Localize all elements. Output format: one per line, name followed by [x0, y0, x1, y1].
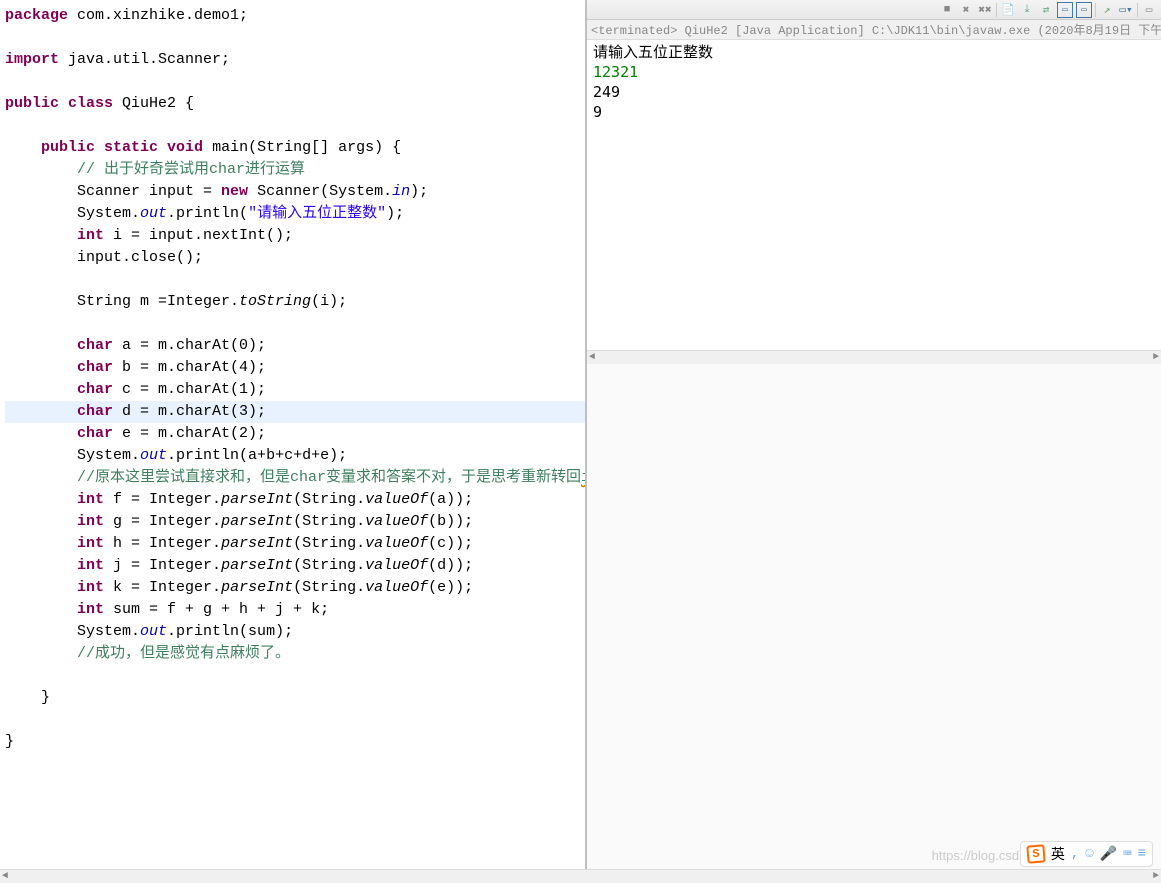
- code-line: public class QiuHe2 {: [5, 93, 585, 115]
- code-line: input.close();: [5, 247, 585, 269]
- code-line: System.out.println(sum);: [5, 621, 585, 643]
- ime-toolbar[interactable]: S 英 , ☺ 🎤 ⌨ ≡: [1020, 841, 1153, 867]
- code-line-highlighted: char d = m.charAt(3);: [5, 401, 585, 423]
- code-line: [5, 27, 585, 49]
- code-line: [5, 665, 585, 687]
- open-console-icon[interactable]: ↗: [1099, 2, 1115, 18]
- console-line: 12321: [593, 62, 1155, 82]
- sogou-logo-icon[interactable]: S: [1026, 844, 1046, 864]
- ime-lang-label[interactable]: 英: [1051, 844, 1065, 864]
- code-line: char b = m.charAt(4);: [5, 357, 585, 379]
- code-line: int sum = f + g + h + j + k;: [5, 599, 585, 621]
- display-selected-icon[interactable]: ▭▾: [1118, 2, 1134, 18]
- code-line: char c = m.charAt(1);: [5, 379, 585, 401]
- console-line: 请输入五位正整数: [593, 42, 1155, 62]
- code-line: // 出于好奇尝试用char进行运算: [5, 159, 585, 181]
- ime-menu-icon[interactable]: ≡: [1138, 846, 1146, 862]
- code-line: [5, 115, 585, 137]
- code-line: [5, 71, 585, 93]
- console-toolbar: ■ ✖ ✖✖ 📄 ⤓ ⇄ ▭ ▭ ↗ ▭▾ ▭: [587, 0, 1161, 20]
- code-line: //成功，但是感觉有点麻烦了。: [5, 643, 585, 665]
- code-line: int f = Integer.parseInt(String.valueOf(…: [5, 489, 585, 511]
- editor-hscroll[interactable]: ◄ ►: [0, 869, 1161, 883]
- code-line: }: [5, 687, 585, 709]
- code-line: public static void main(String[] args) {: [5, 137, 585, 159]
- clear-console-icon[interactable]: 📄: [1000, 2, 1016, 18]
- code-line: [5, 709, 585, 731]
- code-line: Scanner input = new Scanner(System.in);: [5, 181, 585, 203]
- code-editor[interactable]: package com.xinzhike.demo1; import java.…: [0, 0, 585, 883]
- code-line: [5, 269, 585, 291]
- remove-launch-icon[interactable]: ✖: [958, 2, 974, 18]
- code-line: System.out.println("请输入五位正整数");: [5, 203, 585, 225]
- console-status: <terminated> QiuHe2 [Java Application] C…: [587, 20, 1161, 40]
- console-line: 249: [593, 82, 1155, 102]
- scroll-right-icon[interactable]: ►: [1153, 352, 1159, 363]
- terminate-icon[interactable]: ■: [939, 2, 955, 18]
- code-line: import java.util.Scanner;: [5, 49, 585, 71]
- scroll-right-icon[interactable]: ►: [1153, 871, 1159, 882]
- scroll-lock-icon[interactable]: ⤓: [1019, 2, 1035, 18]
- code-line: [5, 313, 585, 335]
- code-line: }: [5, 731, 585, 753]
- code-line: //原本这里尝试直接求和，但是char变量求和答案不对，于是思考重新转回int变…: [5, 467, 585, 489]
- ime-voice-icon[interactable]: 🎤: [1100, 846, 1117, 863]
- ime-face-icon[interactable]: ☺: [1085, 846, 1093, 862]
- code-line: int k = Integer.parseInt(String.valueOf(…: [5, 577, 585, 599]
- pin-console-icon[interactable]: ▭: [1076, 2, 1092, 18]
- code-line: String m =Integer.toString(i);: [5, 291, 585, 313]
- scroll-left-icon[interactable]: ◄: [2, 871, 8, 882]
- code-line: char a = m.charAt(0);: [5, 335, 585, 357]
- remove-all-icon[interactable]: ✖✖: [977, 2, 993, 18]
- code-line: int h = Integer.parseInt(String.valueOf(…: [5, 533, 585, 555]
- code-line: int g = Integer.parseInt(String.valueOf(…: [5, 511, 585, 533]
- code-line: int i = input.nextInt();: [5, 225, 585, 247]
- code-line: int j = Integer.parseInt(String.valueOf(…: [5, 555, 585, 577]
- console-hscroll[interactable]: ◄ ►: [587, 350, 1161, 364]
- console-output[interactable]: 请输入五位正整数123212499: [587, 40, 1161, 350]
- console-panel: ■ ✖ ✖✖ 📄 ⤓ ⇄ ▭ ▭ ↗ ▭▾ ▭ <terminated> Qiu…: [585, 0, 1161, 883]
- ime-punct-icon[interactable]: ,: [1071, 846, 1079, 862]
- word-wrap-icon[interactable]: ⇄: [1038, 2, 1054, 18]
- code-line: char e = m.charAt(2);: [5, 423, 585, 445]
- code-line: System.out.println(a+b+c+d+e);: [5, 445, 585, 467]
- show-console-icon[interactable]: ▭: [1057, 2, 1073, 18]
- code-line: package com.xinzhike.demo1;: [5, 5, 585, 27]
- scroll-left-icon[interactable]: ◄: [589, 352, 595, 363]
- ime-keyboard-icon[interactable]: ⌨: [1123, 846, 1131, 863]
- minimize-icon[interactable]: ▭: [1141, 2, 1157, 18]
- console-line: 9: [593, 102, 1155, 122]
